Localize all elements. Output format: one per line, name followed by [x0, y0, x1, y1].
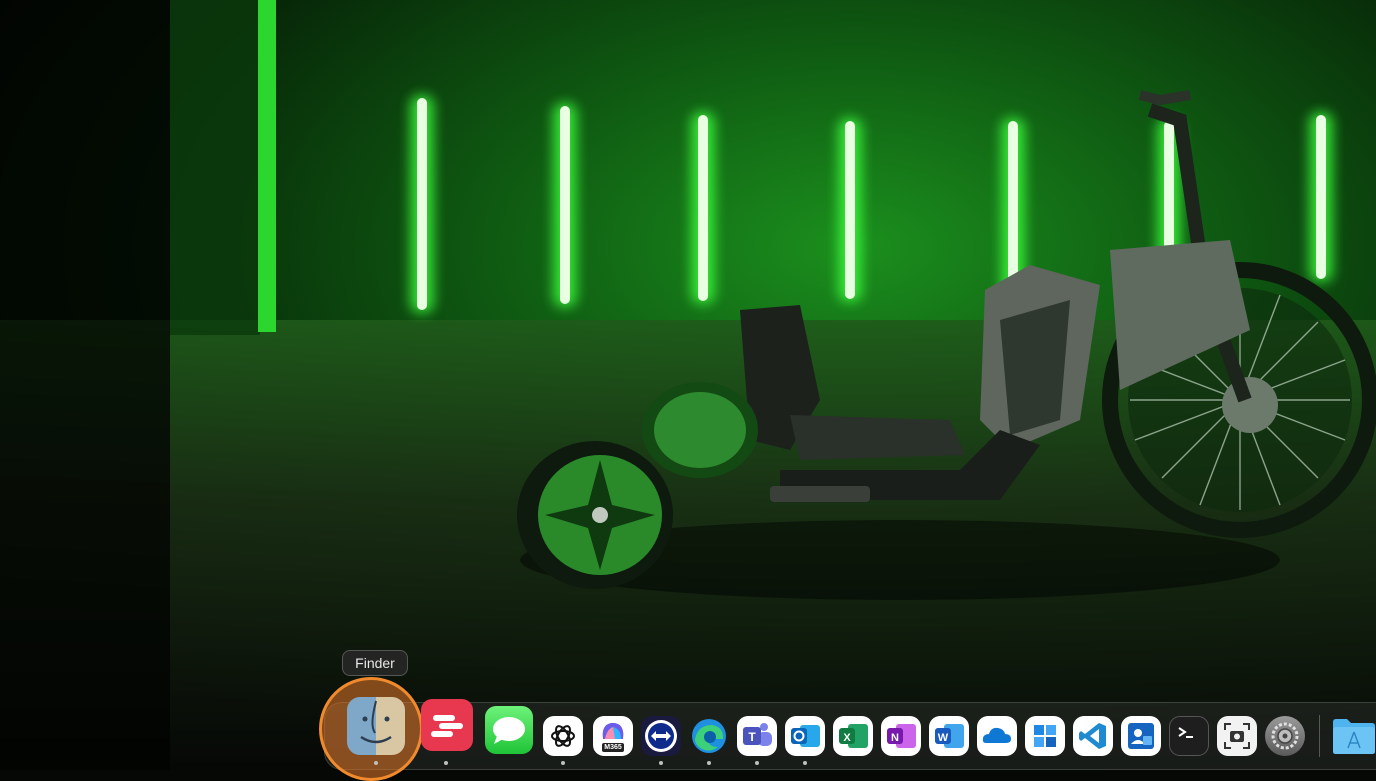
dock-item-screenshot[interactable] — [1217, 716, 1257, 756]
dock-item-teams[interactable]: T — [737, 716, 777, 756]
dock-divider — [1319, 715, 1320, 757]
dock-item-company-portal[interactable] — [1121, 716, 1161, 756]
dock-item-system-settings[interactable] — [1265, 716, 1305, 756]
excel-icon: X — [839, 724, 868, 748]
svg-text:T: T — [748, 730, 756, 744]
windows-app-icon — [1034, 725, 1056, 747]
running-indicator — [561, 761, 565, 765]
dock-item-word[interactable]: W — [929, 716, 969, 756]
company-portal-icon — [1128, 723, 1154, 749]
dock-item-vscode[interactable] — [1073, 716, 1113, 756]
copilot-badge: M365 — [602, 742, 624, 752]
dock-item-onenote[interactable]: N — [881, 716, 921, 756]
onenote-icon: N — [887, 724, 916, 748]
dock-item-edge[interactable] — [689, 716, 729, 756]
dock-item-copilot[interactable]: M365 — [593, 716, 633, 756]
running-indicator — [659, 761, 663, 765]
applications-folder-icon — [1333, 719, 1375, 754]
dock-item-outlook[interactable] — [785, 716, 825, 756]
onedrive-icon — [982, 727, 1011, 743]
word-icon: W — [935, 724, 964, 748]
copilot-m365-icon — [602, 722, 624, 739]
dock-item-chatgpt[interactable] — [543, 716, 583, 756]
terminal-icon — [1178, 727, 1193, 738]
running-indicator — [803, 761, 807, 765]
running-indicator — [374, 761, 378, 765]
dock-item-windows-app[interactable] — [1025, 716, 1065, 756]
svg-text:N: N — [891, 732, 899, 744]
dock-item-onedrive[interactable] — [977, 716, 1017, 756]
dock-item-terminal[interactable] — [1169, 716, 1209, 756]
dock-item-messages[interactable] — [485, 706, 533, 754]
running-indicator — [707, 761, 711, 765]
dock: M365 T X N W — [319, 677, 1376, 781]
vscode-icon — [1079, 723, 1106, 749]
running-indicator — [444, 761, 448, 765]
dock-item-toolbox[interactable] — [421, 699, 473, 751]
screenshot-icon — [1224, 723, 1250, 749]
system-settings-icon — [1271, 722, 1299, 750]
teamviewer-icon — [645, 720, 677, 752]
dock-item-finder[interactable] — [347, 697, 405, 755]
svg-text:X: X — [843, 732, 851, 744]
desktop-wallpaper — [0, 0, 1376, 770]
dock-tooltip: Finder — [342, 650, 408, 676]
finder-icon — [360, 700, 392, 744]
chatgpt-icon — [551, 725, 575, 747]
outlook-icon — [791, 725, 820, 747]
svg-text:W: W — [938, 732, 949, 744]
dock-item-teamviewer[interactable] — [641, 716, 681, 756]
messages-icon — [493, 717, 525, 744]
teams-icon: T — [743, 723, 772, 746]
dock-item-applications[interactable] — [1331, 716, 1376, 756]
running-indicator — [755, 761, 759, 765]
edge-icon — [692, 719, 726, 753]
dock-item-excel[interactable]: X — [833, 716, 873, 756]
toolbox-icon — [431, 715, 463, 737]
